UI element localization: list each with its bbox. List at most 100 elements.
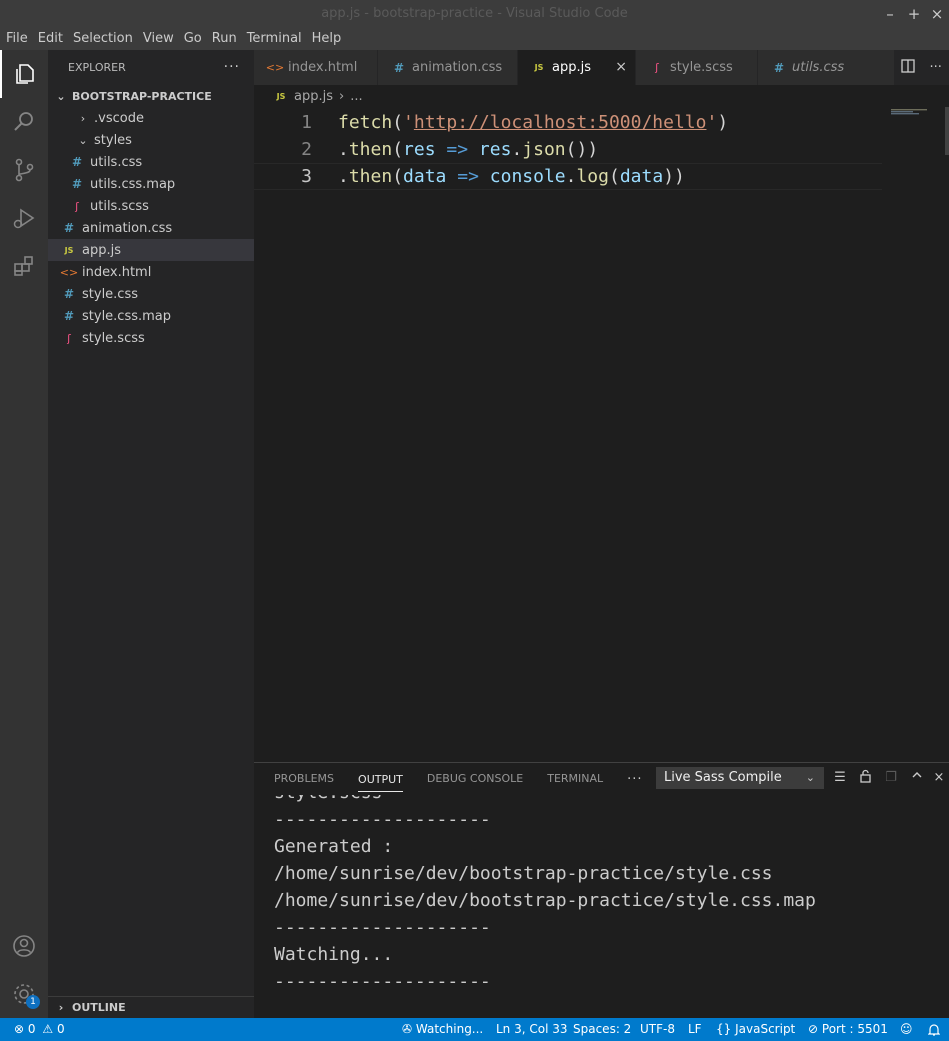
css-file-icon: # bbox=[393, 60, 405, 75]
split-editor-icon[interactable] bbox=[901, 58, 915, 77]
activity-bar: 1 bbox=[0, 50, 48, 1018]
line-number: 1 bbox=[301, 112, 312, 133]
tab-output[interactable]: OUTPUT bbox=[358, 766, 403, 792]
output-line: -------------------- bbox=[274, 917, 491, 938]
tab-problems[interactable]: PROBLEMS bbox=[274, 763, 334, 795]
tab-style-scss[interactable]: ʃ style.scss bbox=[636, 50, 758, 85]
output-line: Generated : bbox=[274, 836, 394, 857]
project-name: BOOTSTRAP-PRACTICE bbox=[72, 89, 212, 103]
tab-index-html[interactable]: <> index.html bbox=[254, 50, 378, 85]
code-text: fetch('http://localhost:5000/hello') bbox=[338, 112, 729, 133]
menu-terminal[interactable]: Terminal bbox=[243, 28, 306, 50]
tree-item-label: style.css bbox=[82, 286, 138, 302]
tab-terminal[interactable]: TERMINAL bbox=[547, 763, 603, 795]
tree-folder-vscode[interactable]: › .vscode bbox=[48, 107, 254, 129]
output-line: style.scss bbox=[274, 795, 934, 806]
close-window-icon[interactable]: × bbox=[927, 4, 947, 24]
explorer-title: EXPLORER bbox=[68, 61, 126, 74]
tree-file-app-js[interactable]: JS app.js bbox=[48, 239, 254, 261]
open-log-icon[interactable]: ❐ bbox=[882, 769, 900, 787]
settings-gear-icon[interactable]: 1 bbox=[0, 970, 48, 1018]
tab-label: index.html bbox=[288, 60, 358, 75]
menu-selection[interactable]: Selection bbox=[69, 28, 137, 50]
error-count: 0 bbox=[27, 1022, 36, 1036]
tab-animation-css[interactable]: # animation.css bbox=[378, 50, 518, 85]
menu-file[interactable]: File bbox=[2, 28, 32, 50]
menu-go[interactable]: Go bbox=[180, 28, 206, 50]
explorer-header: EXPLORER ··· bbox=[48, 50, 254, 85]
js-file-icon: JS bbox=[64, 245, 74, 255]
end-of-line[interactable]: LF bbox=[688, 1018, 702, 1041]
run-debug-icon[interactable] bbox=[0, 194, 48, 242]
tree-file-index-html[interactable]: <> index.html bbox=[48, 261, 254, 283]
breadcrumb-symbols[interactable]: ... bbox=[350, 89, 362, 104]
indentation[interactable]: Spaces: 2 bbox=[573, 1018, 631, 1041]
output-line: /home/sunrise/dev/bootstrap-practice/sty… bbox=[274, 890, 816, 911]
js-file-icon: JS bbox=[534, 63, 544, 72]
minimize-icon[interactable]: – bbox=[880, 4, 900, 24]
tree-file-utils-scss[interactable]: ʃ utils.scss bbox=[48, 195, 254, 217]
live-server-status[interactable]: ⊘ Port : 5501 bbox=[808, 1018, 888, 1041]
close-panel-icon[interactable]: × bbox=[930, 769, 948, 787]
output-line: Watching... bbox=[274, 944, 394, 965]
minimap[interactable] bbox=[891, 109, 941, 115]
account-icon[interactable] bbox=[0, 922, 48, 970]
window-title: app.js - bootstrap-practice - Visual Stu… bbox=[321, 6, 628, 21]
menu-edit[interactable]: Edit bbox=[34, 28, 67, 50]
tab-debug-console[interactable]: DEBUG CONSOLE bbox=[427, 763, 523, 795]
project-folder-header[interactable]: ⌄ BOOTSTRAP-PRACTICE bbox=[48, 85, 254, 107]
source-control-icon[interactable] bbox=[0, 146, 48, 194]
tree-file-style-css-map[interactable]: # style.css.map bbox=[48, 305, 254, 327]
tree-folder-styles[interactable]: ⌄ styles bbox=[48, 129, 254, 151]
tab-utils-css[interactable]: # utils.css bbox=[758, 50, 898, 85]
tree-file-animation-css[interactable]: # animation.css bbox=[48, 217, 254, 239]
more-actions-icon[interactable]: ··· bbox=[627, 772, 642, 787]
tab-app-js[interactable]: JS app.js × bbox=[518, 50, 636, 85]
feedback-icon[interactable]: ☺ bbox=[900, 1018, 913, 1041]
search-icon[interactable] bbox=[0, 98, 48, 146]
chevron-down-icon: ⌄ bbox=[56, 89, 66, 103]
maximize-panel-icon[interactable] bbox=[908, 769, 926, 787]
title-bar: app.js - bootstrap-practice - Visual Stu… bbox=[0, 0, 949, 28]
output-channel-select[interactable]: Live Sass Compile ⌄ bbox=[656, 767, 824, 789]
output-console[interactable]: style.scss -------------------- Generate… bbox=[274, 795, 934, 1019]
language-mode[interactable]: {} JavaScript bbox=[716, 1018, 795, 1041]
tree-file-utils-css[interactable]: # utils.css bbox=[48, 151, 254, 173]
tab-label: animation.css bbox=[412, 60, 503, 75]
url-link[interactable]: http://localhost:5000/hello bbox=[414, 112, 707, 133]
outline-section-header[interactable]: › OUTLINE bbox=[48, 996, 254, 1018]
output-channel-value: Live Sass Compile bbox=[664, 770, 782, 785]
tree-file-utils-css-map[interactable]: # utils.css.map bbox=[48, 173, 254, 195]
notifications-bell-icon[interactable] bbox=[927, 1018, 941, 1041]
maximize-icon[interactable]: + bbox=[904, 4, 924, 24]
more-actions-icon[interactable]: ··· bbox=[224, 59, 240, 75]
explorer-icon[interactable] bbox=[0, 50, 48, 98]
code-editor[interactable]: 1 fetch('http://localhost:5000/hello') 2… bbox=[254, 107, 949, 762]
clear-output-icon[interactable]: ☰ bbox=[831, 769, 849, 787]
editor-actions: ··· bbox=[894, 50, 949, 85]
tree-item-label: animation.css bbox=[82, 220, 173, 236]
lock-scroll-icon[interactable] bbox=[856, 769, 874, 787]
chevron-down-icon: ⌄ bbox=[78, 133, 88, 147]
menu-run[interactable]: Run bbox=[208, 28, 241, 50]
html-file-icon: <> bbox=[59, 265, 79, 279]
menu-view[interactable]: View bbox=[139, 28, 178, 50]
more-actions-icon[interactable]: ··· bbox=[929, 60, 941, 75]
menu-bar: File Edit Selection View Go Run Terminal… bbox=[0, 28, 949, 50]
problems-status[interactable]: ⊗ 0 ⚠ 0 bbox=[14, 1018, 65, 1041]
tree-file-style-css[interactable]: # style.css bbox=[48, 283, 254, 305]
cursor-position[interactable]: Ln 3, Col 33 bbox=[496, 1018, 568, 1041]
outline-title: OUTLINE bbox=[72, 1001, 126, 1014]
tree-item-label: utils.css.map bbox=[90, 176, 176, 192]
extensions-icon[interactable] bbox=[0, 242, 48, 290]
menu-help[interactable]: Help bbox=[308, 28, 346, 50]
css-file-icon: # bbox=[63, 287, 75, 301]
encoding[interactable]: UTF-8 bbox=[640, 1018, 675, 1041]
sass-file-icon: ʃ bbox=[75, 199, 79, 213]
tab-label: app.js bbox=[552, 60, 591, 75]
sass-watching-status[interactable]: ✇ Watching... bbox=[402, 1018, 483, 1041]
tree-file-style-scss[interactable]: ʃ style.scss bbox=[48, 327, 254, 349]
breadcrumb-file[interactable]: app.js bbox=[294, 89, 333, 104]
editor-scrollbar[interactable] bbox=[945, 107, 949, 155]
close-tab-icon[interactable]: × bbox=[615, 59, 627, 75]
